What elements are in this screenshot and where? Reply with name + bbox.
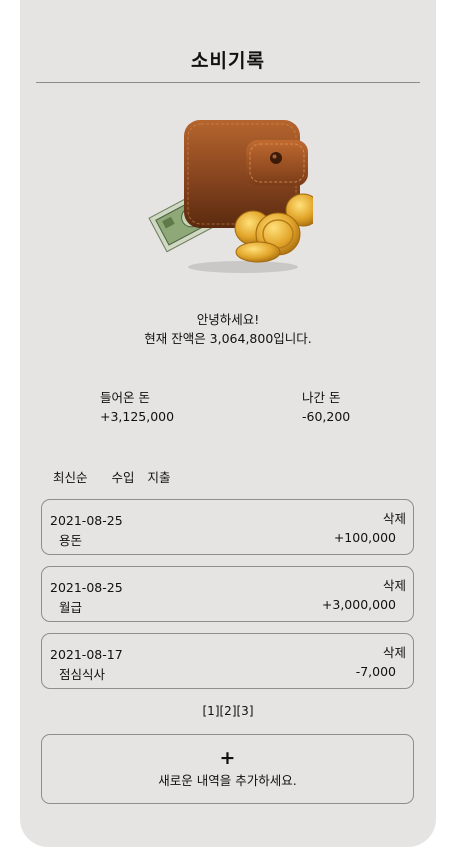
filter-tabs: 최신순 수입 지출 — [53, 467, 191, 486]
record-amount: +3,000,000 — [321, 597, 396, 612]
record-name: 점심식사 — [59, 667, 106, 682]
filter-latest[interactable]: 최신순 — [53, 470, 88, 485]
page-link-3[interactable]: [3] — [237, 704, 254, 718]
filter-income[interactable]: 수입 — [112, 470, 135, 485]
record-name: 월급 — [59, 600, 83, 615]
record-date: 2021-08-25 — [50, 580, 123, 595]
add-record-button[interactable]: + 새로운 내역을 추가하세요. — [41, 734, 414, 804]
delete-button[interactable]: 삭제 — [383, 508, 406, 527]
income-value: +3,125,000 — [100, 409, 175, 424]
record-date: 2021-08-25 — [50, 513, 123, 528]
plus-icon: + — [219, 747, 236, 769]
filter-expense[interactable]: 지출 — [148, 470, 171, 485]
page-link-2[interactable]: [2] — [220, 704, 237, 718]
balance-greeting: 안녕하세요! 현재 잔액은 3,064,800입니다. — [20, 310, 436, 348]
record-card: 2021-08-25 용돈 삭제 +100,000 — [41, 499, 414, 555]
delete-button[interactable]: 삭제 — [383, 575, 406, 594]
record-amount: +100,000 — [333, 530, 396, 545]
delete-button[interactable]: 삭제 — [383, 642, 406, 661]
app-screen: 소비기록 안녕하세요! 현재 잔액은 3,064,800입니다. 들어온 돈 +… — [20, 0, 436, 847]
pagination: [1][2][3] — [20, 704, 436, 718]
title-divider — [36, 82, 420, 83]
record-amount: -7,000 — [355, 664, 396, 679]
page-link-1[interactable]: [1] — [203, 704, 220, 718]
record-card: 2021-08-25 월급 삭제 +3,000,000 — [41, 566, 414, 622]
expense-value: -60,200 — [302, 409, 351, 424]
record-name: 용돈 — [59, 533, 83, 548]
record-date: 2021-08-17 — [50, 647, 123, 662]
record-card: 2021-08-17 점심식사 삭제 -7,000 — [41, 633, 414, 689]
add-record-message: 새로운 내역을 추가하세요. — [158, 773, 297, 788]
income-label: 들어온 돈 — [100, 390, 150, 405]
income-summary: 들어온 돈 +3,125,000 — [100, 388, 174, 426]
wallet-icon — [148, 120, 313, 273]
page-title: 소비기록 — [191, 50, 265, 72]
expense-label: 나간 돈 — [302, 390, 341, 405]
balance-text: 현재 잔액은 3,064,800입니다. — [144, 331, 312, 346]
greeting-text: 안녕하세요! — [196, 312, 260, 327]
expense-summary: 나간 돈 -60,200 — [302, 388, 350, 426]
